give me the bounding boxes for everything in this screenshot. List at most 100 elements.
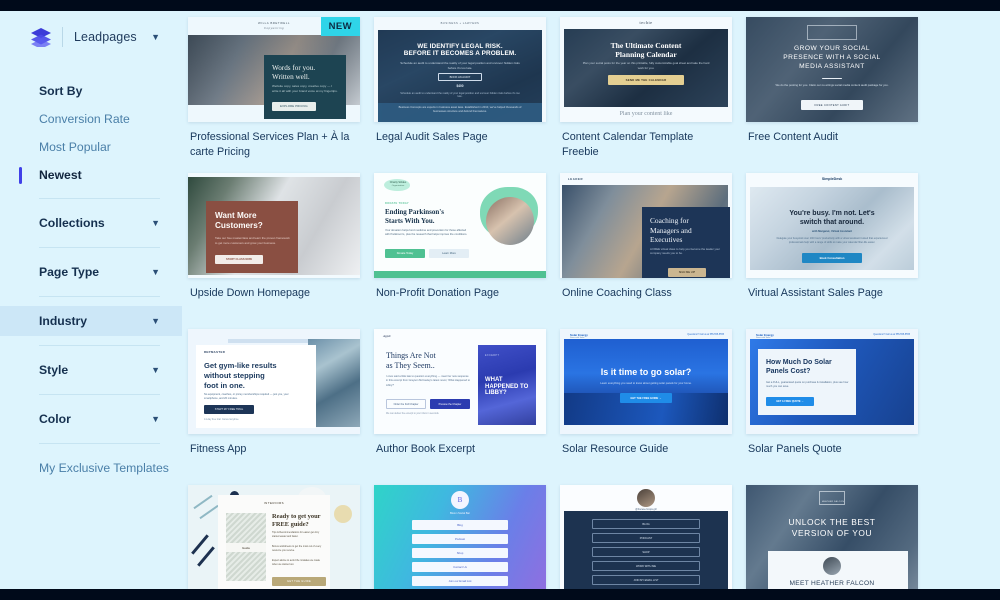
preview-cta-button[interactable]: START CLASS NOW bbox=[215, 255, 263, 264]
preview-link-item[interactable]: Join our Email List bbox=[412, 576, 508, 586]
preview-secondary-button[interactable]: Order the Full Chapter bbox=[386, 399, 426, 409]
filter-group-page-type[interactable]: Page Type ▼ bbox=[0, 257, 182, 287]
template-thumbnail[interactable]: B Bloom Social Bar Blog Podcast Shop Con… bbox=[374, 485, 546, 589]
template-card[interactable]: Apple EXCERPT WHAT HAPPENED TO LIBBY? Th… bbox=[374, 329, 546, 476]
preview-body: I once said a little late to question ev… bbox=[386, 375, 470, 388]
chevron-down-icon: ▼ bbox=[151, 414, 160, 424]
preview-cta-button[interactable]: FREE CONTENT AUDIT bbox=[801, 100, 863, 110]
preview-brand-mark: SimpleDesk bbox=[746, 177, 918, 181]
template-thumbnail[interactable]: Charity Strides Organization DONATE TODA… bbox=[374, 173, 546, 278]
preview-decor-line bbox=[199, 505, 218, 519]
preview-panel: Want MoreCustomers? Take our free master… bbox=[206, 201, 298, 273]
template-thumbnail[interactable]: LEADER Coaching forManagers andExecutive… bbox=[560, 173, 732, 278]
preview-link-item[interactable]: BLOG bbox=[592, 519, 700, 529]
preview-footer-bar bbox=[374, 271, 546, 278]
filter-group-color[interactable]: Color ▼ bbox=[0, 404, 182, 434]
template-card[interactable]: INTERIORS Guide Ready to get yourFREE gu… bbox=[188, 485, 360, 589]
preview-panel: Coaching forManagers andExecutives A FRE… bbox=[642, 207, 730, 278]
template-card[interactable]: techie The Ultimate ContentPlanning Cale… bbox=[560, 17, 732, 164]
app-body: Leadpages ▼ Sort By Conversion Rate Most… bbox=[0, 11, 1000, 589]
preview-primary-button[interactable]: Donate Today bbox=[385, 249, 425, 258]
template-thumbnail[interactable]: SimpleDesk You're busy. I'm not. Let'ssw… bbox=[746, 173, 918, 278]
template-thumbnail[interactable]: Solar Energy Save with Solar Questions? … bbox=[746, 329, 918, 434]
template-thumbnail[interactable]: NEW WILLA BRETWELL Copywriting Words for… bbox=[188, 17, 360, 122]
preview-headline: The Ultimate ContentPlanning Calendar bbox=[570, 41, 722, 59]
template-thumbnail[interactable]: @therese.hoops.girl BLOG PODCAST SHOP WO… bbox=[560, 485, 732, 589]
template-card[interactable]: Charity Strides Organization DONATE TODA… bbox=[374, 173, 546, 320]
preview-link-item[interactable]: JOIN MY EMAIL LIST bbox=[592, 575, 700, 585]
sidebar-divider bbox=[39, 198, 160, 199]
template-card[interactable]: Solar Energy Save with Solar Questions? … bbox=[746, 329, 918, 476]
template-card[interactable]: HEATHER FALCON UNLOCK THE BESTVERSION OF… bbox=[746, 485, 918, 589]
row-spacer bbox=[560, 476, 732, 485]
chevron-down-icon: ▼ bbox=[151, 218, 160, 228]
preview-cta-button[interactable]: EXPLORE PRICING bbox=[272, 102, 316, 111]
chevron-down-icon[interactable]: ▼ bbox=[151, 33, 160, 42]
preview-link-item[interactable]: WORK WITH ME bbox=[592, 561, 700, 571]
preview-photo bbox=[486, 197, 534, 245]
preview-link-item[interactable]: Shop bbox=[412, 548, 508, 558]
template-card[interactable]: LEADER Coaching forManagers andExecutive… bbox=[560, 173, 732, 320]
preview-cta-button[interactable]: GET A FREE QUOTE → bbox=[766, 397, 814, 406]
preview-cta-button[interactable]: GET THE FREE GUIDE → bbox=[620, 393, 672, 403]
template-thumbnail[interactable]: Apple EXCERPT WHAT HAPPENED TO LIBBY? Th… bbox=[374, 329, 546, 434]
preview-brand-mark: REPMASTER bbox=[204, 350, 225, 354]
preview-secondary-button[interactable]: Learn More bbox=[429, 249, 469, 258]
preview-subtitle: Bloom Social Bar bbox=[374, 512, 546, 515]
row-spacer bbox=[746, 164, 918, 173]
template-thumbnail[interactable]: GROW YOUR SOCIALPRESENCE WITH A SOCIALME… bbox=[746, 17, 918, 122]
my-exclusive-templates-link[interactable]: My Exclusive Templates bbox=[0, 453, 182, 483]
template-card[interactable]: GROW YOUR SOCIALPRESENCE WITH A SOCIALME… bbox=[746, 17, 918, 164]
row-spacer bbox=[374, 476, 546, 485]
template-title: Professional Services Plan + À la carte … bbox=[188, 122, 360, 164]
template-card[interactable]: SimpleDesk You're busy. I'm not. Let'ssw… bbox=[746, 173, 918, 320]
preview-cta-button[interactable]: Book Consultation bbox=[802, 253, 862, 263]
filter-group-label: Collections bbox=[39, 216, 105, 230]
preview-link-item[interactable]: SHOP bbox=[592, 547, 700, 557]
sort-option-newest[interactable]: Newest bbox=[0, 161, 182, 189]
preview-kicker: BUSINESS + LAWYERS bbox=[374, 22, 546, 25]
preview-cta-button[interactable]: SEND ME THE CALENDAR bbox=[608, 75, 684, 85]
preview-brand-mark: HEATHER FALCON bbox=[820, 501, 846, 503]
preview-book-cover: EXCERPT WHAT HAPPENED TO LIBBY? bbox=[478, 345, 536, 425]
preview-nav-note: Questions? Call us at 555-555-5555 bbox=[873, 334, 910, 336]
preview-cta-button[interactable]: BOOK AN AUDIT bbox=[438, 73, 482, 81]
template-thumbnail[interactable]: HEATHER FALCON UNLOCK THE BESTVERSION OF… bbox=[746, 485, 918, 589]
preview-link-item[interactable]: Blog bbox=[412, 520, 508, 530]
preview-cta-button[interactable]: SIGN ME UP! bbox=[668, 268, 706, 277]
preview-primary-button[interactable]: Preview the Chapter bbox=[430, 399, 470, 409]
template-card[interactable]: REPMASTER Get gym-like resultswithout st… bbox=[188, 329, 360, 476]
template-card[interactable]: @therese.hoops.girl BLOG PODCAST SHOP WO… bbox=[560, 485, 732, 589]
template-thumbnail[interactable]: BUSINESS + LAWYERS WE IDENTIFY LEGAL RIS… bbox=[374, 17, 546, 122]
template-title: Solar Resource Guide bbox=[560, 434, 732, 476]
preview-link-item[interactable]: PODCAST bbox=[592, 533, 700, 543]
filter-group-industry[interactable]: Industry ▼ bbox=[0, 306, 182, 336]
preview-cta-button[interactable]: START MY FREE TRIAL bbox=[204, 405, 254, 414]
preview-link-item[interactable]: Podcast bbox=[412, 534, 508, 544]
template-card[interactable]: B Bloom Social Bar Blog Podcast Shop Con… bbox=[374, 485, 546, 589]
template-card[interactable]: NEW WILLA BRETWELL Copywriting Words for… bbox=[188, 17, 360, 164]
template-thumbnail[interactable]: REPMASTER Get gym-like resultswithout st… bbox=[188, 329, 360, 434]
filter-group-collections[interactable]: Collections ▼ bbox=[0, 208, 182, 238]
template-thumbnail[interactable]: Want MoreCustomers? Take our free master… bbox=[188, 173, 360, 278]
preview-headline: You're busy. I'm not. Let'sswitch that a… bbox=[758, 209, 906, 227]
preview-book-graphic: Guide bbox=[226, 513, 266, 581]
template-thumbnail[interactable]: techie The Ultimate ContentPlanning Cale… bbox=[560, 17, 732, 122]
preview-cta-button[interactable]: GET THE GUIDE bbox=[272, 577, 326, 586]
filter-group-label: Industry bbox=[39, 314, 87, 328]
template-card[interactable]: Solar Energy Save with Solar Questions? … bbox=[560, 329, 732, 476]
screen: Leadpages ▼ Sort By Conversion Rate Most… bbox=[0, 0, 1000, 600]
preview-link-item[interactable]: Contact Us bbox=[412, 562, 508, 572]
preview-avatar bbox=[823, 557, 841, 575]
sort-option-most-popular[interactable]: Most Popular bbox=[0, 133, 182, 161]
preview-brand-mark: LEADER bbox=[568, 177, 583, 181]
template-card[interactable]: Want MoreCustomers? Take our free master… bbox=[188, 173, 360, 320]
brand-header[interactable]: Leadpages ▼ bbox=[0, 21, 182, 53]
filter-group-style[interactable]: Style ▼ bbox=[0, 355, 182, 385]
template-thumbnail[interactable]: INTERIORS Guide Ready to get yourFREE gu… bbox=[188, 485, 360, 589]
filter-group-label: Color bbox=[39, 412, 71, 426]
brand-name: Leadpages bbox=[74, 30, 137, 44]
template-card[interactable]: BUSINESS + LAWYERS WE IDENTIFY LEGAL RIS… bbox=[374, 17, 546, 164]
sort-option-conversion-rate[interactable]: Conversion Rate bbox=[0, 105, 182, 133]
template-thumbnail[interactable]: Solar Energy Save with Solar Questions? … bbox=[560, 329, 732, 434]
